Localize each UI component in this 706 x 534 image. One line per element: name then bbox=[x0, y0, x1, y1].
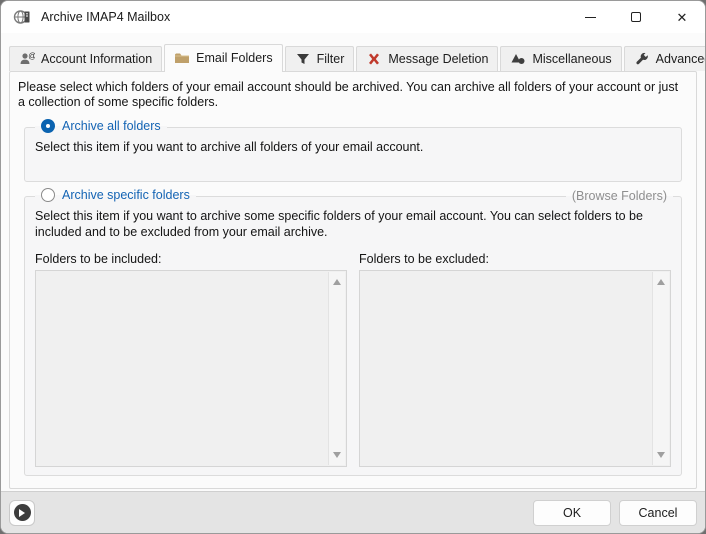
titlebar: Archive IMAP4 Mailbox ✕ bbox=[1, 1, 705, 33]
tab-filter[interactable]: Filter bbox=[285, 46, 355, 71]
scroll-up-icon[interactable] bbox=[333, 275, 341, 285]
archive-all-folders-label: Archive all folders bbox=[62, 119, 161, 133]
tab-label: Message Deletion bbox=[388, 52, 488, 66]
archive-specific-folders-label: Archive specific folders bbox=[62, 188, 190, 202]
folder-lists bbox=[35, 270, 671, 467]
scroll-down-icon[interactable] bbox=[333, 452, 341, 462]
delete-icon bbox=[366, 51, 382, 67]
browse-folders-link[interactable]: (Browse Folders) bbox=[566, 189, 673, 203]
tab-message-deletion[interactable]: Message Deletion bbox=[356, 46, 498, 71]
folders-excluded-label: Folders to be excluded: bbox=[359, 252, 671, 266]
scroll-down-icon[interactable] bbox=[657, 452, 665, 462]
minimize-button[interactable] bbox=[567, 1, 613, 33]
app-icon bbox=[13, 8, 31, 26]
scroll-up-icon[interactable] bbox=[657, 275, 665, 285]
close-button[interactable]: ✕ bbox=[659, 1, 705, 33]
maximize-button[interactable] bbox=[613, 1, 659, 33]
ok-button[interactable]: OK bbox=[533, 500, 611, 526]
play-icon bbox=[14, 504, 31, 521]
included-scrollbar[interactable] bbox=[328, 272, 345, 465]
archive-specific-folders-group: Archive specific folders (Browse Folders… bbox=[24, 196, 682, 476]
folders-excluded-listbox[interactable] bbox=[359, 270, 671, 467]
page-intro-text: Please select which folders of your emai… bbox=[16, 80, 690, 113]
maximize-icon bbox=[631, 12, 641, 22]
tab-label: Advanced bbox=[656, 52, 706, 66]
help-video-button[interactable] bbox=[9, 500, 35, 526]
tab-label: Filter bbox=[317, 52, 345, 66]
archive-all-folders-group: Archive all folders Select this item if … bbox=[24, 127, 682, 183]
tab-strip: @ Account Information Email Folders Filt… bbox=[1, 33, 705, 71]
email-folders-page: Please select which folders of your emai… bbox=[9, 71, 697, 489]
svg-text:@: @ bbox=[28, 52, 35, 61]
minimize-icon bbox=[585, 17, 596, 18]
filter-icon bbox=[295, 51, 311, 67]
misc-icon bbox=[510, 51, 526, 67]
play-triangle bbox=[19, 509, 29, 517]
tab-email-folders[interactable]: Email Folders bbox=[164, 44, 282, 72]
archive-all-folders-option[interactable]: Archive all folders bbox=[35, 119, 167, 133]
archive-specific-folders-option[interactable]: Archive specific folders bbox=[35, 188, 196, 202]
folder-icon bbox=[174, 50, 190, 66]
cancel-button[interactable]: Cancel bbox=[619, 500, 697, 526]
tab-advanced[interactable]: Advanced bbox=[624, 46, 706, 71]
folders-included-label: Folders to be included: bbox=[35, 252, 347, 266]
dialog-footer: OK Cancel bbox=[1, 491, 705, 533]
folder-list-labels: Folders to be included: Folders to be ex… bbox=[35, 252, 671, 266]
wrench-icon bbox=[634, 51, 650, 67]
tab-account-information[interactable]: @ Account Information bbox=[9, 46, 162, 71]
window-title: Archive IMAP4 Mailbox bbox=[41, 10, 170, 24]
folders-included-listbox[interactable] bbox=[35, 270, 347, 467]
archive-specific-folders-description: Select this item if you want to archive … bbox=[35, 209, 671, 240]
close-icon: ✕ bbox=[677, 11, 688, 24]
archive-all-folders-description: Select this item if you want to archive … bbox=[35, 140, 671, 156]
account-icon: @ bbox=[19, 51, 35, 67]
tab-miscellaneous[interactable]: Miscellaneous bbox=[500, 46, 621, 71]
tab-label: Email Folders bbox=[196, 51, 272, 65]
archive-specific-folders-radio[interactable] bbox=[41, 188, 55, 202]
dialog-archive-imap4-mailbox: Archive IMAP4 Mailbox ✕ @ Account Inform… bbox=[0, 0, 706, 534]
archive-all-folders-radio[interactable] bbox=[41, 119, 55, 133]
tab-label: Miscellaneous bbox=[532, 52, 611, 66]
tab-label: Account Information bbox=[41, 52, 152, 66]
excluded-scrollbar[interactable] bbox=[652, 272, 669, 465]
